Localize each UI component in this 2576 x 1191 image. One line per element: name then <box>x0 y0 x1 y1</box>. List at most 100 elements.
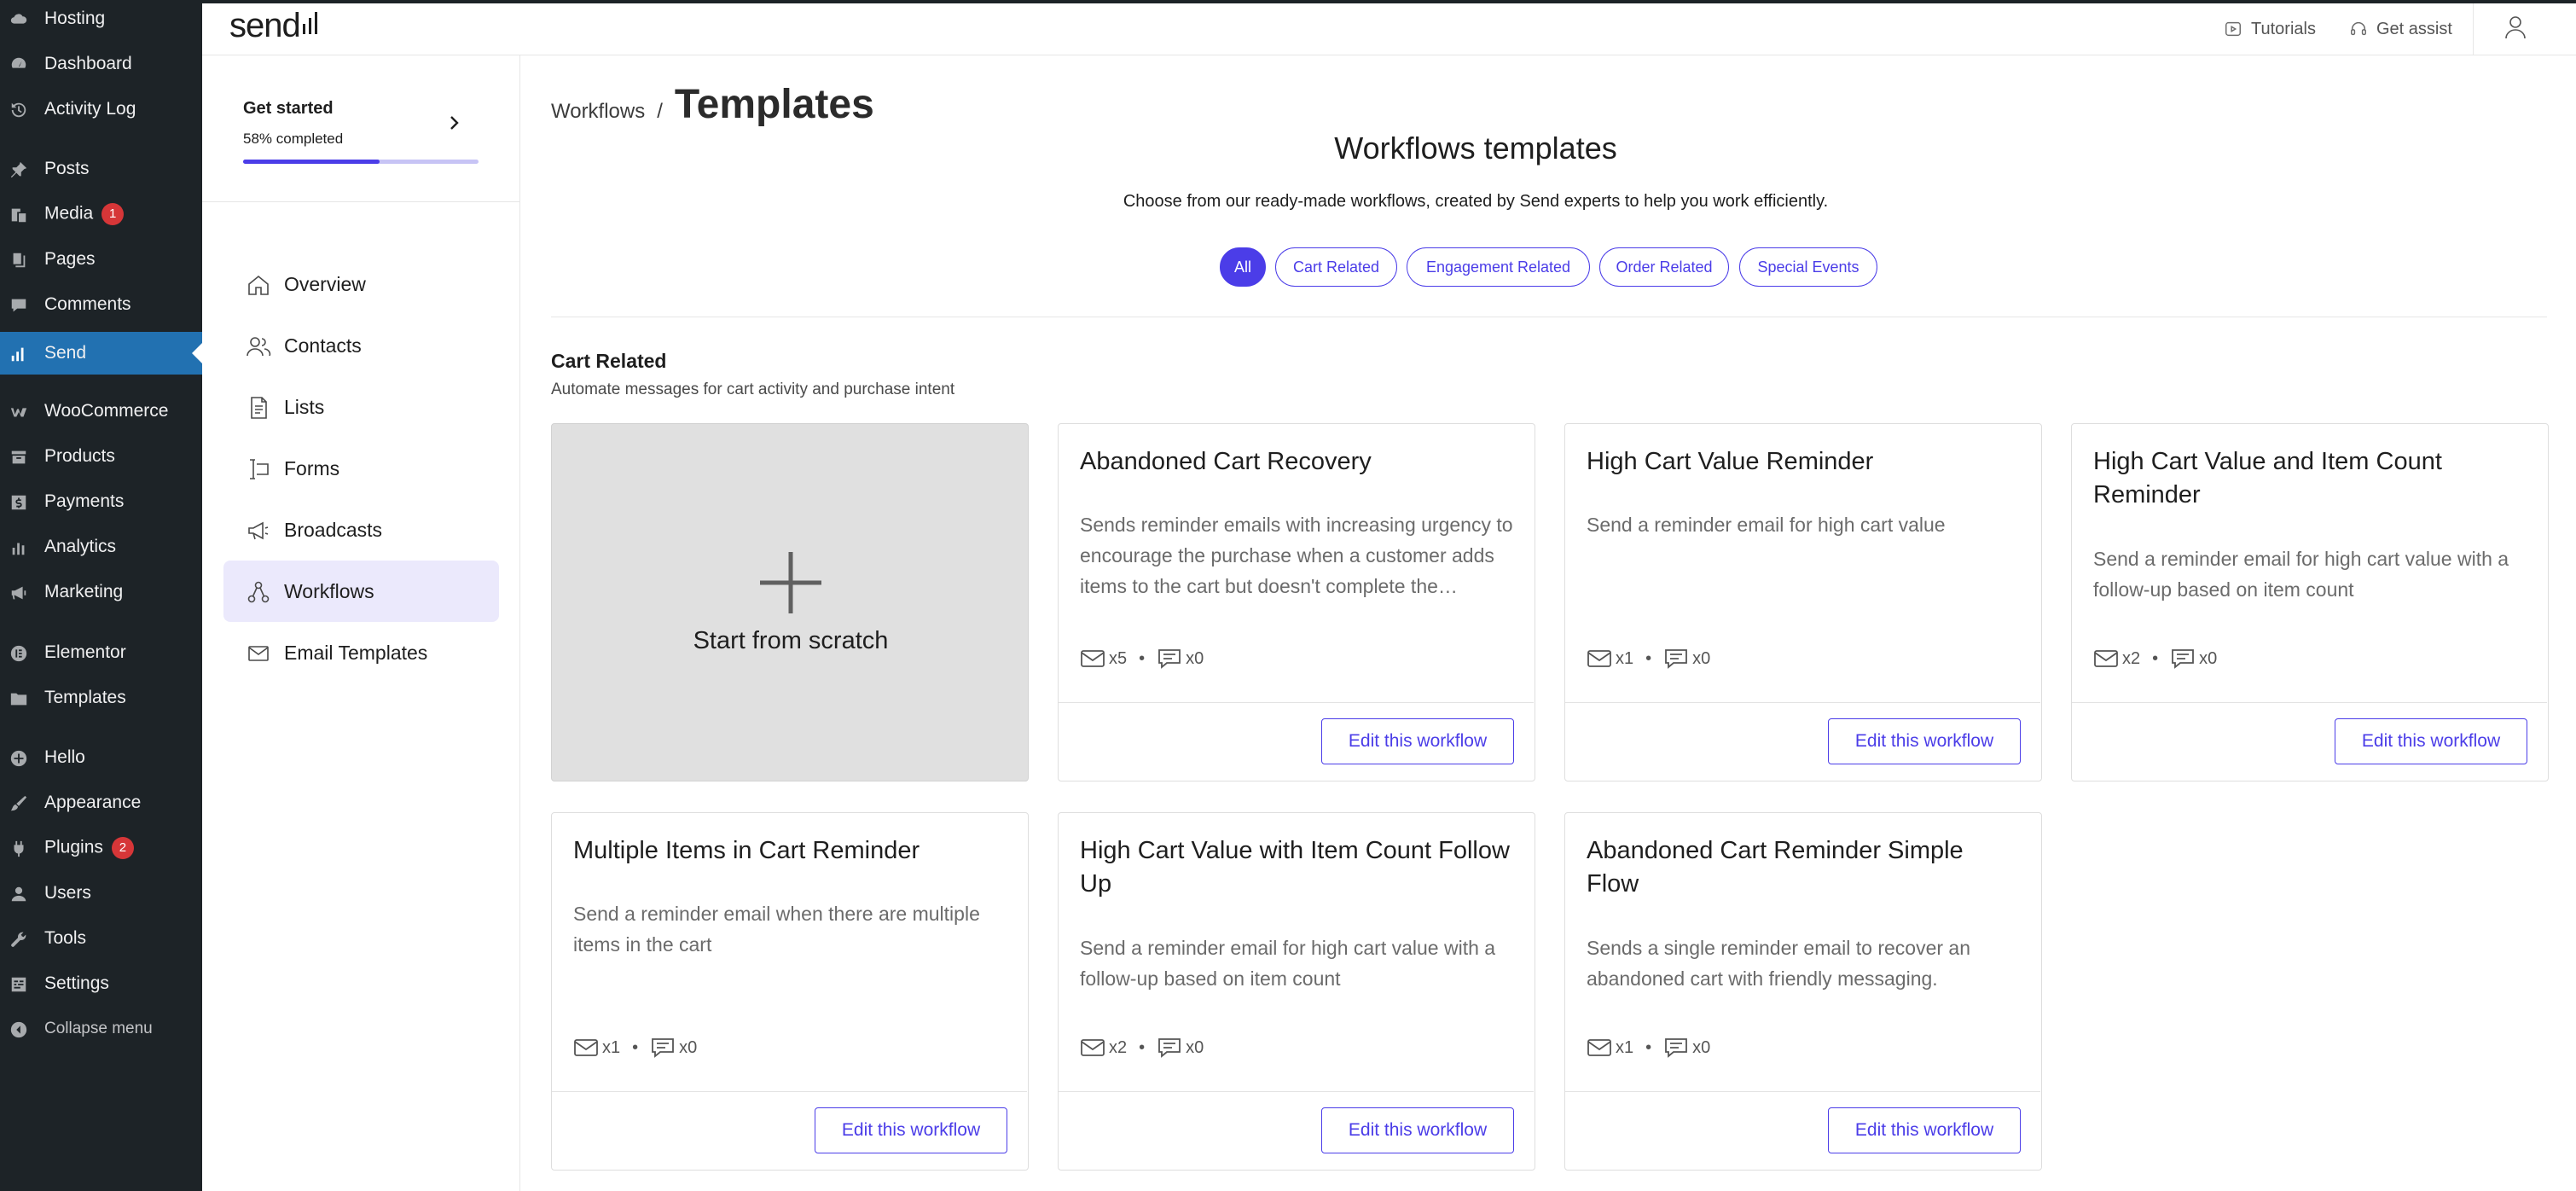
dollar-icon <box>9 493 28 512</box>
email-count: x1 <box>1587 1037 1633 1059</box>
filter-chip-order-related[interactable]: Order Related <box>1599 247 1729 287</box>
wp-menu-label: Payments <box>44 491 125 511</box>
edit-workflow-button[interactable]: Edit this workflow <box>2335 718 2527 764</box>
category-title: Cart Related <box>551 350 667 372</box>
wp-menu-settings[interactable]: Settings <box>0 962 202 1005</box>
settings-icon <box>9 975 28 994</box>
filter-chip-special-events[interactable]: Special Events <box>1739 247 1877 287</box>
mail-icon <box>1081 1039 1105 1056</box>
wp-menu-hosting[interactable]: Hosting <box>0 0 202 40</box>
sms-count: x0 <box>1157 648 1204 670</box>
media-icon <box>9 206 28 224</box>
wp-menu-dashboard[interactable]: Dashboard <box>0 43 202 85</box>
template-stats: x1 • x0 <box>1587 648 1710 670</box>
sms-count: x0 <box>1663 648 1710 670</box>
wp-menu-label: Hosting <box>44 9 106 28</box>
start-from-scratch-card[interactable]: Start from scratch <box>551 423 1029 781</box>
wp-menu-elementor[interactable]: Elementor <box>0 631 202 674</box>
user-account-button[interactable] <box>2502 14 2532 44</box>
wp-menu-marketing[interactable]: Marketing <box>0 571 202 613</box>
workflow-template-card[interactable]: High Cart Value Reminder Send a reminder … <box>1564 423 2042 781</box>
nav-item-broadcasts[interactable]: Broadcasts <box>223 499 499 561</box>
sms-count: x0 <box>650 1037 697 1059</box>
edit-workflow-button[interactable]: Edit this workflow <box>1828 718 2021 764</box>
start-from-scratch-label: Start from scratch <box>693 627 889 654</box>
wp-menu-comments[interactable]: Comments <box>0 283 202 326</box>
breadcrumb: Workflows / Templates <box>551 81 874 128</box>
edit-workflow-button[interactable]: Edit this workflow <box>1321 1107 1514 1153</box>
workflow-template-card[interactable]: High Cart Value with Item Count Follow U… <box>1058 812 1535 1171</box>
email-count: x2 <box>1080 1037 1127 1059</box>
nav-item-label: Forms <box>284 456 340 479</box>
brush-icon <box>9 794 28 813</box>
wp-menu-hello[interactable]: Hello <box>0 736 202 779</box>
sms-count: x0 <box>1663 1037 1710 1059</box>
filter-chip-engagement-related[interactable]: Engagement Related <box>1407 247 1590 287</box>
nav-item-lists[interactable]: Lists <box>223 376 499 438</box>
wp-menu-pages[interactable]: Pages <box>0 238 202 281</box>
nav-item-label: Lists <box>284 395 325 418</box>
wp-menu-media[interactable]: Media 1 <box>0 193 202 235</box>
filter-chip-all[interactable]: All <box>1220 247 1266 287</box>
wp-menu-users[interactable]: Users <box>0 872 202 915</box>
collapse-icon <box>9 1020 28 1039</box>
bar-chart-icon <box>9 538 28 557</box>
wp-menu-appearance[interactable]: Appearance <box>0 781 202 824</box>
get-assist-link[interactable]: Get assist <box>2349 17 2452 41</box>
wp-menu-templates[interactable]: Templates <box>0 677 202 719</box>
dashboard-icon <box>9 55 28 74</box>
send-logo[interactable]: send <box>229 7 317 45</box>
template-description: Send a reminder email for high cart valu… <box>1587 514 1946 536</box>
wp-menu-products[interactable]: Products <box>0 435 202 478</box>
template-stats: x5 • x0 <box>1080 648 1204 670</box>
send-sidebar: Get started 58% completed Overview Contac… <box>202 55 520 1191</box>
stats-separator: • <box>632 1037 639 1057</box>
message-icon <box>1158 1038 1181 1058</box>
nav-item-overview[interactable]: Overview <box>223 253 499 315</box>
wp-menu-label: Plugins 2 <box>44 837 134 859</box>
wp-menu-send[interactable]: Send <box>0 332 202 375</box>
plug-icon <box>9 840 28 858</box>
mail-icon <box>574 1039 598 1056</box>
wp-menu-woocommerce[interactable]: WooCommerce <box>0 390 202 433</box>
filter-chip-cart-related[interactable]: Cart Related <box>1275 247 1397 287</box>
wp-menu-plugins[interactable]: Plugins 2 <box>0 827 202 869</box>
list-doc-icon <box>246 395 271 421</box>
nav-item-email-templates[interactable]: Email Templates <box>223 622 499 683</box>
section-subtitle: Choose from our ready-made workflows, cr… <box>1123 192 1829 211</box>
workflow-template-card[interactable]: Abandoned Cart Recovery Sends reminder em… <box>1058 423 1535 781</box>
nav-item-contacts[interactable]: Contacts <box>223 315 499 376</box>
wp-menu-activity-log[interactable]: Activity Log <box>0 88 202 131</box>
nav-item-workflows[interactable]: Workflows <box>223 561 499 622</box>
breadcrumb-separator: / <box>657 100 663 123</box>
get-started-panel[interactable]: Get started 58% completed <box>202 55 520 202</box>
pin-icon <box>9 160 28 179</box>
wp-menu-payments[interactable]: Payments <box>0 480 202 523</box>
stats-separator: • <box>1645 648 1652 668</box>
edit-workflow-button[interactable]: Edit this workflow <box>815 1107 1007 1153</box>
email-count: x1 <box>573 1037 620 1059</box>
wp-menu-collapse-menu[interactable]: Collapse menu <box>0 1008 202 1050</box>
wp-menu-label: Appearance <box>44 793 142 812</box>
workflow-template-card[interactable]: Multiple Items in Cart Reminder Send a re… <box>551 812 1029 1171</box>
nav-item-forms[interactable]: Forms <box>223 438 499 499</box>
mail-icon <box>2094 650 2118 667</box>
edit-workflow-button[interactable]: Edit this workflow <box>1321 718 1514 764</box>
wp-menu-tools[interactable]: Tools <box>0 917 202 960</box>
breadcrumb-workflows-link[interactable]: Workflows <box>551 100 645 124</box>
chevron-right-icon <box>444 113 463 132</box>
get-assist-label: Get assist <box>2376 19 2452 38</box>
wp-menu-analytics[interactable]: Analytics <box>0 526 202 568</box>
template-stats: x2 • x0 <box>2093 648 2217 670</box>
email-count: x5 <box>1080 648 1127 670</box>
user-icon <box>9 885 28 903</box>
edit-workflow-button[interactable]: Edit this workflow <box>1828 1107 2021 1153</box>
wp-menu-label: Products <box>44 446 115 466</box>
wp-menu-posts[interactable]: Posts <box>0 148 202 190</box>
workflow-template-card[interactable]: High Cart Value and Item Count Reminder S… <box>2071 423 2549 781</box>
category-subtitle: Automate messages for cart activity and … <box>551 381 955 398</box>
message-icon <box>1665 1038 1688 1058</box>
archive-icon <box>9 448 28 467</box>
workflow-template-card[interactable]: Abandoned Cart Reminder Simple Flow Sends… <box>1564 812 2042 1171</box>
tutorials-link[interactable]: Tutorials <box>2224 17 2316 41</box>
